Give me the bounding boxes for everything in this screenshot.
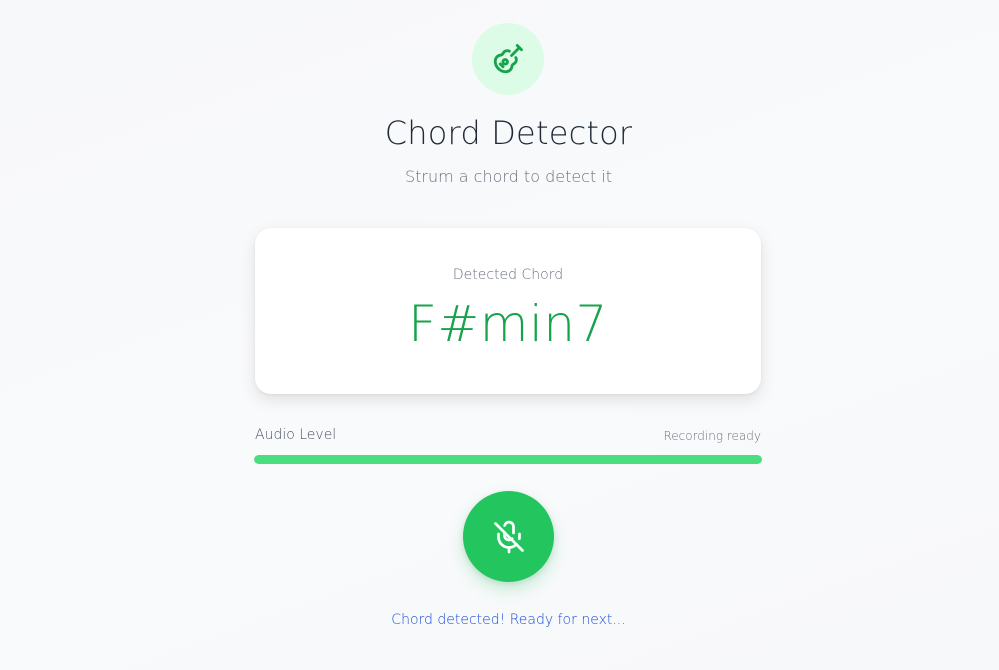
chord-detector-app: Chord Detector Strum a chord to detect i… xyxy=(0,0,999,670)
audio-level-meter xyxy=(254,455,762,464)
detection-status-message: Chord detected! Ready for next... xyxy=(391,612,626,628)
audio-level-fill xyxy=(254,455,762,464)
microphone-toggle-button[interactable] xyxy=(463,491,554,582)
microphone-off-icon xyxy=(493,520,524,553)
detected-chord-card: Detected Chord F#min7 xyxy=(255,228,761,394)
recording-status: Recording ready xyxy=(663,429,761,443)
page-title: Chord Detector xyxy=(384,114,633,152)
logo-badge xyxy=(472,23,544,95)
guitar-icon xyxy=(493,44,523,74)
detected-chord-value: F#min7 xyxy=(408,295,608,353)
page-subtitle: Strum a chord to detect it xyxy=(404,167,613,186)
detected-chord-label: Detected Chord xyxy=(452,267,564,283)
audio-level-label: Audio Level xyxy=(255,427,337,443)
